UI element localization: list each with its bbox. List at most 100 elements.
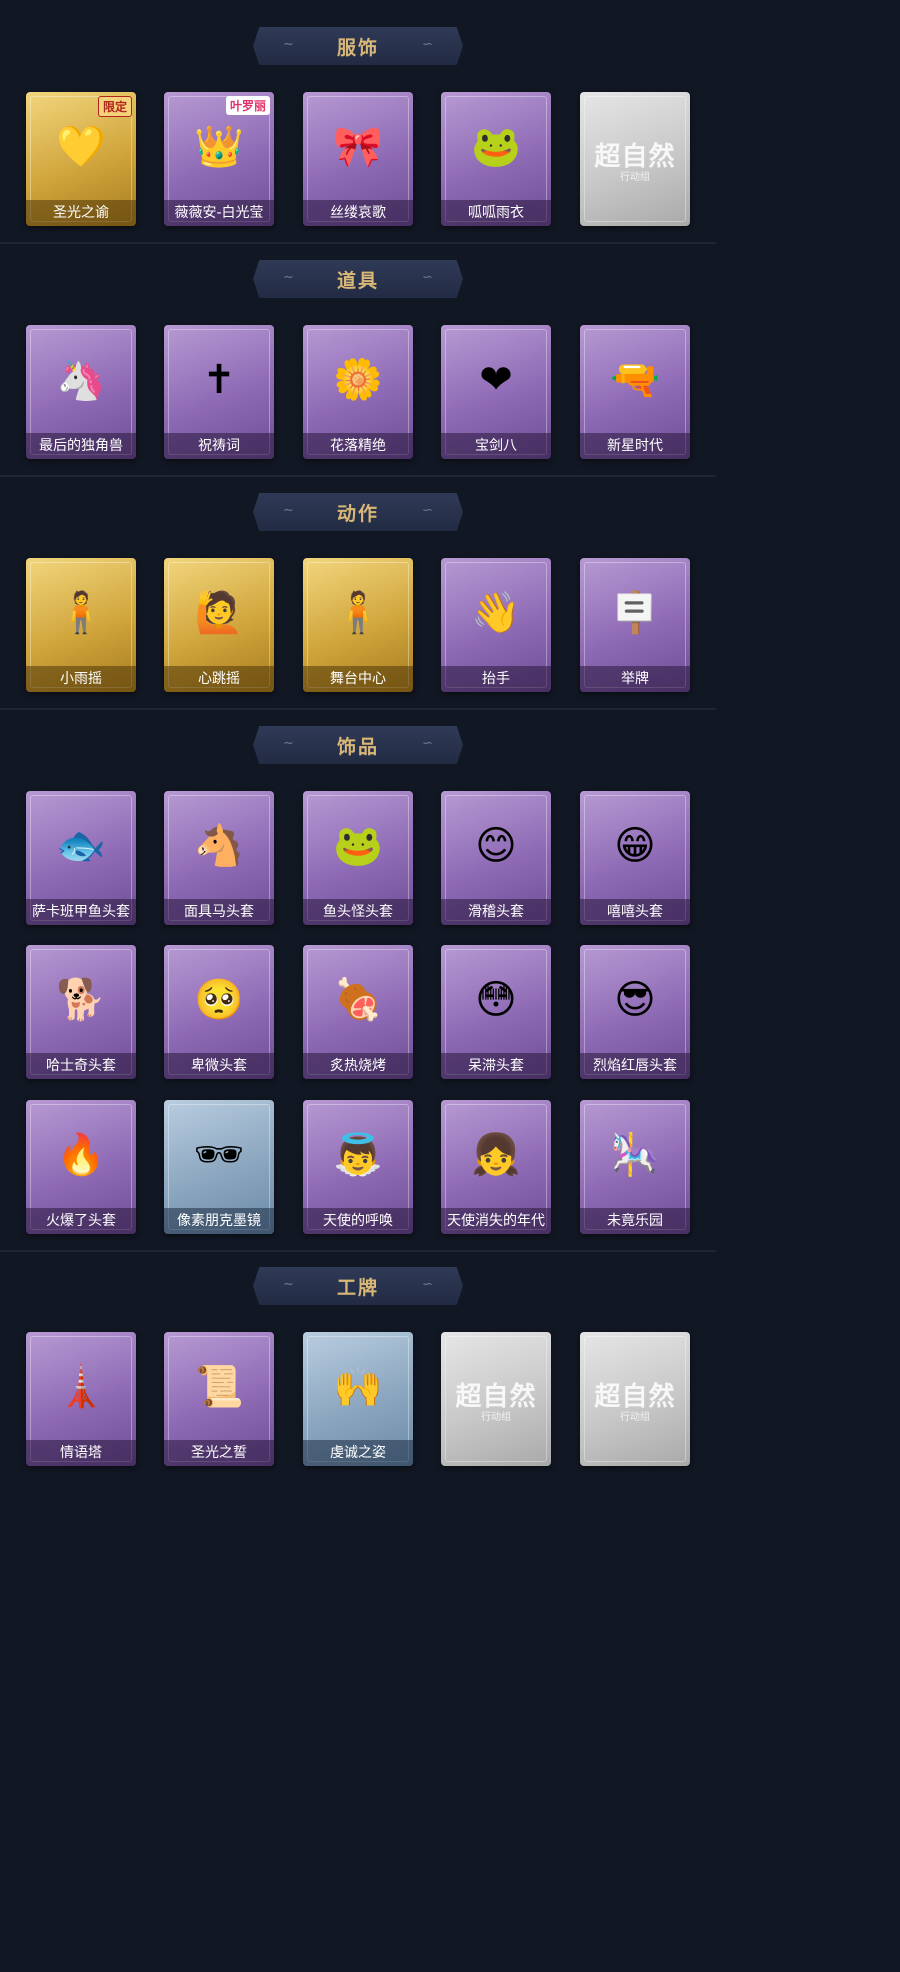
reward-card[interactable]: 😊 滑稽头套 xyxy=(441,791,551,925)
item-art-icon: 👋 xyxy=(471,590,521,636)
reward-card[interactable]: 🌼 花落精绝 xyxy=(303,325,413,459)
item-name: 呱呱雨衣 xyxy=(441,200,551,226)
item-art-icon: 👑 xyxy=(194,124,244,170)
reward-card[interactable]: 🐟 萨卡班甲鱼头套 xyxy=(26,791,136,925)
reward-card[interactable]: 😎 烈焰红唇头套 xyxy=(580,945,690,1079)
item-name: 鱼头怪头套 xyxy=(303,899,413,925)
reward-card[interactable]: 🔥 火爆了头套 xyxy=(26,1100,136,1234)
reward-card[interactable]: 👋 抬手 xyxy=(441,558,551,692)
item-name: 炙热烧烤 xyxy=(303,1053,413,1079)
section-header: ~ 动作 ~ xyxy=(253,493,463,531)
item-name: 萨卡班甲鱼头套 xyxy=(26,899,136,925)
item-art-icon: 📜 xyxy=(194,1364,244,1410)
section-title: 工牌 xyxy=(336,1276,379,1299)
ornament-icon: ~ xyxy=(422,37,433,52)
section-header: ~ 服饰 ~ xyxy=(253,27,463,65)
item-name: 未竟乐园 xyxy=(580,1208,690,1234)
item-art-icon: 🧍 xyxy=(56,590,106,636)
ornament-icon: ~ xyxy=(422,1277,433,1292)
item-art-icon: 😊 xyxy=(475,823,517,869)
item-name: 祝祷词 xyxy=(164,433,274,459)
item-art-icon: 🐕 xyxy=(56,977,106,1023)
item-name: 面具马头套 xyxy=(164,899,274,925)
section-divider xyxy=(0,1250,716,1252)
reward-card[interactable]: 🦄 最后的独角兽 xyxy=(26,325,136,459)
section-title: 动作 xyxy=(336,502,379,525)
reward-card[interactable]: 🎀 丝缕哀歌 xyxy=(303,92,413,226)
reward-card[interactable]: 💛 圣光之谕 限定 xyxy=(26,92,136,226)
reward-card[interactable]: 🕶 像素朋克墨镜 xyxy=(164,1100,274,1234)
item-name: 像素朋克墨镜 xyxy=(164,1208,274,1234)
ornament-icon: ~ xyxy=(422,270,433,285)
item-art-icon: 🥺 xyxy=(194,977,244,1023)
item-name: 丝缕哀歌 xyxy=(303,200,413,226)
placeholder-logo-sub: 行动组 xyxy=(620,172,650,183)
item-name: 新星时代 xyxy=(580,433,690,459)
section-divider xyxy=(0,475,716,477)
item-name: 最后的独角兽 xyxy=(26,433,136,459)
section-title: 服饰 xyxy=(336,36,379,59)
item-name: 心跳摇 xyxy=(164,666,274,692)
item-name: 烈焰红唇头套 xyxy=(580,1053,690,1079)
item-name: 圣光之谕 xyxy=(26,200,136,226)
section-divider xyxy=(0,708,716,710)
reward-card[interactable]: 👼 天使的呼唤 xyxy=(303,1100,413,1234)
item-art-icon: ❤ xyxy=(479,357,513,403)
section-title: 饰品 xyxy=(336,735,379,758)
reward-card[interactable]: 🎠 未竟乐园 xyxy=(580,1100,690,1234)
ornament-icon: ~ xyxy=(422,503,433,518)
item-art-icon: 🦄 xyxy=(56,357,106,403)
item-name: 薇薇安-白光莹 xyxy=(164,200,274,226)
reward-card[interactable]: 超自然 行动组 xyxy=(441,1332,551,1466)
placeholder-logo-sub: 行动组 xyxy=(481,1412,511,1423)
reward-card[interactable]: 🙋 心跳摇 xyxy=(164,558,274,692)
reward-card[interactable]: 🍖 炙热烧烤 xyxy=(303,945,413,1079)
reward-card[interactable]: ✝ 祝祷词 xyxy=(164,325,274,459)
reward-card[interactable]: 超自然 行动组 xyxy=(580,92,690,226)
section-header: ~ 饰品 ~ xyxy=(253,726,463,764)
reward-card[interactable]: 🗼 情语塔 xyxy=(26,1332,136,1466)
reward-card[interactable]: 🐴 面具马头套 xyxy=(164,791,274,925)
reward-card[interactable]: 🥺 卑微头套 xyxy=(164,945,274,1079)
item-name: 小雨摇 xyxy=(26,666,136,692)
item-art-icon: 🐸 xyxy=(471,124,521,170)
reward-card[interactable]: 📜 圣光之誓 xyxy=(164,1332,274,1466)
item-name: 抬手 xyxy=(441,666,551,692)
item-name: 天使消失的年代 xyxy=(441,1208,551,1234)
item-art-icon: 🔥 xyxy=(56,1132,106,1178)
item-name: 情语塔 xyxy=(26,1440,136,1466)
reward-card[interactable]: 🧍 舞台中心 xyxy=(303,558,413,692)
reward-card[interactable]: 🔫 新星时代 xyxy=(580,325,690,459)
ornament-icon: ~ xyxy=(283,736,294,751)
section-title: 道具 xyxy=(336,269,379,292)
item-art-icon: 🎠 xyxy=(610,1132,660,1178)
reward-card[interactable]: 😁 嘻嘻头套 xyxy=(580,791,690,925)
reward-card[interactable]: 🧍 小雨摇 xyxy=(26,558,136,692)
reward-card[interactable]: 超自然 行动组 xyxy=(580,1332,690,1466)
reward-card[interactable]: ❤ 宝剑八 xyxy=(441,325,551,459)
item-name: 天使的呼唤 xyxy=(303,1208,413,1234)
reward-card[interactable]: 👧 天使消失的年代 xyxy=(441,1100,551,1234)
reward-card[interactable]: 😳 呆滞头套 xyxy=(441,945,551,1079)
item-art-icon: 🕶 xyxy=(193,1132,245,1178)
ornament-icon: ~ xyxy=(422,736,433,751)
item-art-icon: 🙋 xyxy=(194,590,244,636)
item-art-icon: 🐴 xyxy=(194,823,244,869)
reward-card[interactable]: 🐸 呱呱雨衣 xyxy=(441,92,551,226)
reward-card[interactable]: 👑 薇薇安-白光莹 叶罗丽 xyxy=(164,92,274,226)
placeholder-logo-sub: 行动组 xyxy=(620,1412,650,1423)
section-header: ~ 工牌 ~ xyxy=(253,1267,463,1305)
item-badge: 限定 xyxy=(97,96,132,117)
item-name: 嘻嘻头套 xyxy=(580,899,690,925)
item-art-icon: 🧍 xyxy=(333,590,383,636)
reward-card[interactable]: 🪧 举牌 xyxy=(580,558,690,692)
ornament-icon: ~ xyxy=(283,503,294,518)
item-art-icon: 🎀 xyxy=(333,124,383,170)
reward-card[interactable]: 🐕 哈士奇头套 xyxy=(26,945,136,1079)
item-name: 圣光之誓 xyxy=(164,1440,274,1466)
item-art-icon: 🙌 xyxy=(333,1364,383,1410)
item-name: 花落精绝 xyxy=(303,433,413,459)
reward-card[interactable]: 🙌 虔诚之姿 xyxy=(303,1332,413,1466)
reward-card[interactable]: 🐸 鱼头怪头套 xyxy=(303,791,413,925)
item-name: 呆滞头套 xyxy=(441,1053,551,1079)
